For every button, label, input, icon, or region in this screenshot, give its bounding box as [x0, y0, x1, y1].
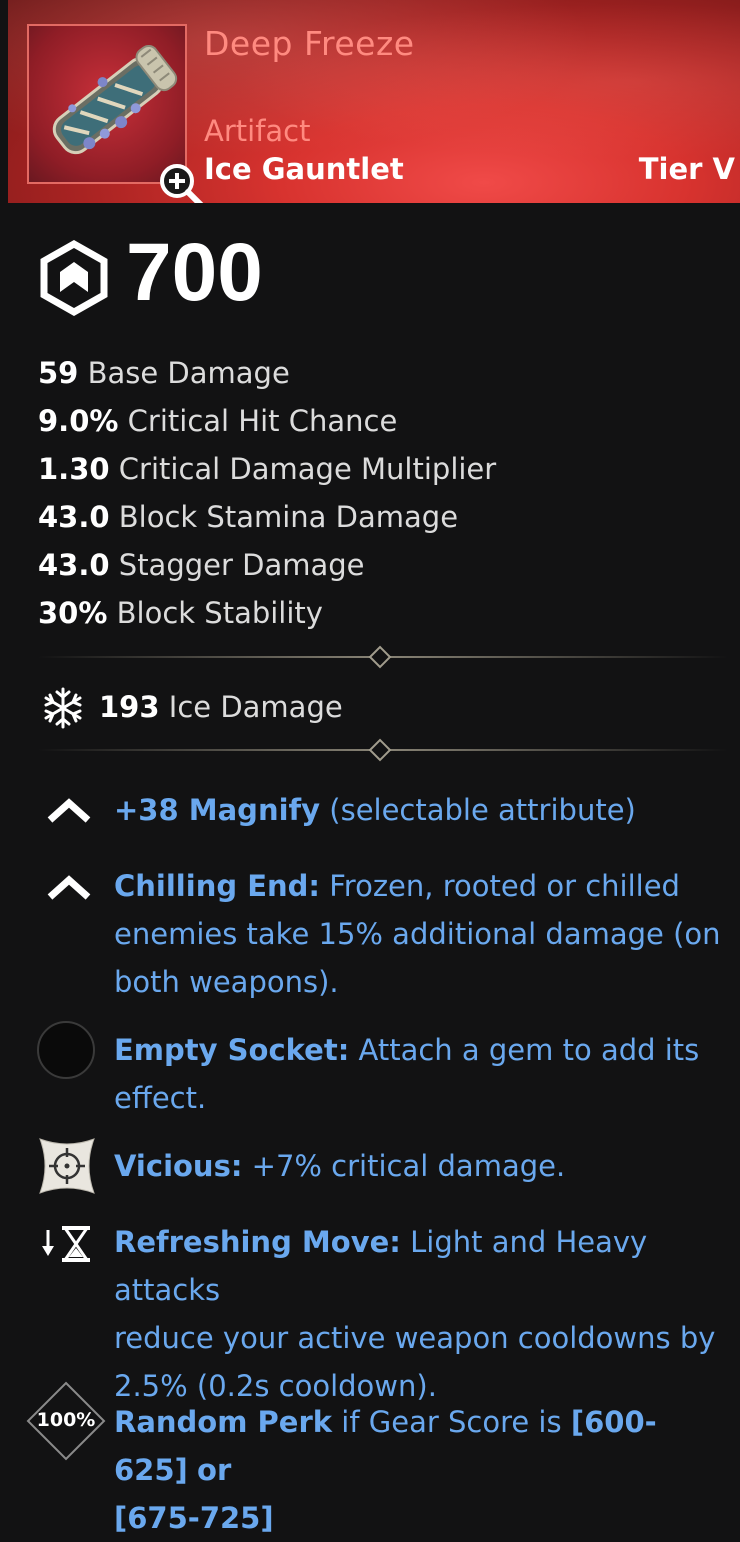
perk-random: Random Perk if Gear Score is [600-625] o…	[114, 1405, 657, 1535]
perk-magnify: +38 Magnify (selectable attribute)	[114, 793, 636, 827]
chevron-up-icon	[47, 798, 91, 823]
random-perk-badge: 100%	[36, 1409, 96, 1431]
stat-crit-chance: 9.0% Critical Hit Chance	[38, 404, 398, 438]
perk-refreshing-move: Refreshing Move: Light and Heavy attacks…	[114, 1225, 716, 1403]
divider	[38, 645, 728, 669]
tooltip-header: Deep Freeze Artifact Ice Gauntlet Tier V	[8, 0, 740, 203]
item-rarity: Artifact	[204, 114, 311, 148]
stat-crit-multiplier: 1.30 Critical Damage Multiplier	[38, 452, 497, 486]
snowflake-icon	[44, 687, 82, 729]
item-tier: Tier V	[638, 152, 735, 186]
item-name: Deep Freeze	[204, 24, 415, 63]
stat-stagger: 43.0 Stagger Damage	[38, 548, 365, 582]
divider	[38, 738, 728, 762]
stat-base-damage: 59 Base Damage	[38, 356, 290, 390]
perk-chilling-end: Chilling End: Frozen, rooted or chilled …	[114, 869, 721, 999]
perk-vicious: Vicious: +7% critical damage.	[114, 1149, 566, 1183]
stat-block-stamina: 43.0 Block Stamina Damage	[38, 500, 459, 534]
gear-score-icon	[40, 240, 108, 316]
perk-empty-socket: Empty Socket: Attach a gem to add its ef…	[114, 1033, 700, 1115]
elemental-damage: 193 Ice Damage	[99, 690, 343, 724]
item-image	[27, 24, 204, 203]
zoom-in-icon[interactable]	[157, 161, 205, 203]
crosshair-icon	[39, 1138, 95, 1194]
item-type: Ice Gauntlet	[204, 152, 404, 186]
gauntlet-icon	[52, 44, 178, 155]
empty-socket-icon[interactable]	[37, 1021, 95, 1079]
chevron-up-icon	[47, 875, 91, 900]
hourglass-icon	[42, 1226, 90, 1262]
stat-block-stability: 30% Block Stability	[38, 596, 323, 630]
gear-score-value: 700	[126, 227, 263, 318]
item-tooltip: Deep Freeze Artifact Ice Gauntlet Tier V…	[8, 0, 740, 1535]
